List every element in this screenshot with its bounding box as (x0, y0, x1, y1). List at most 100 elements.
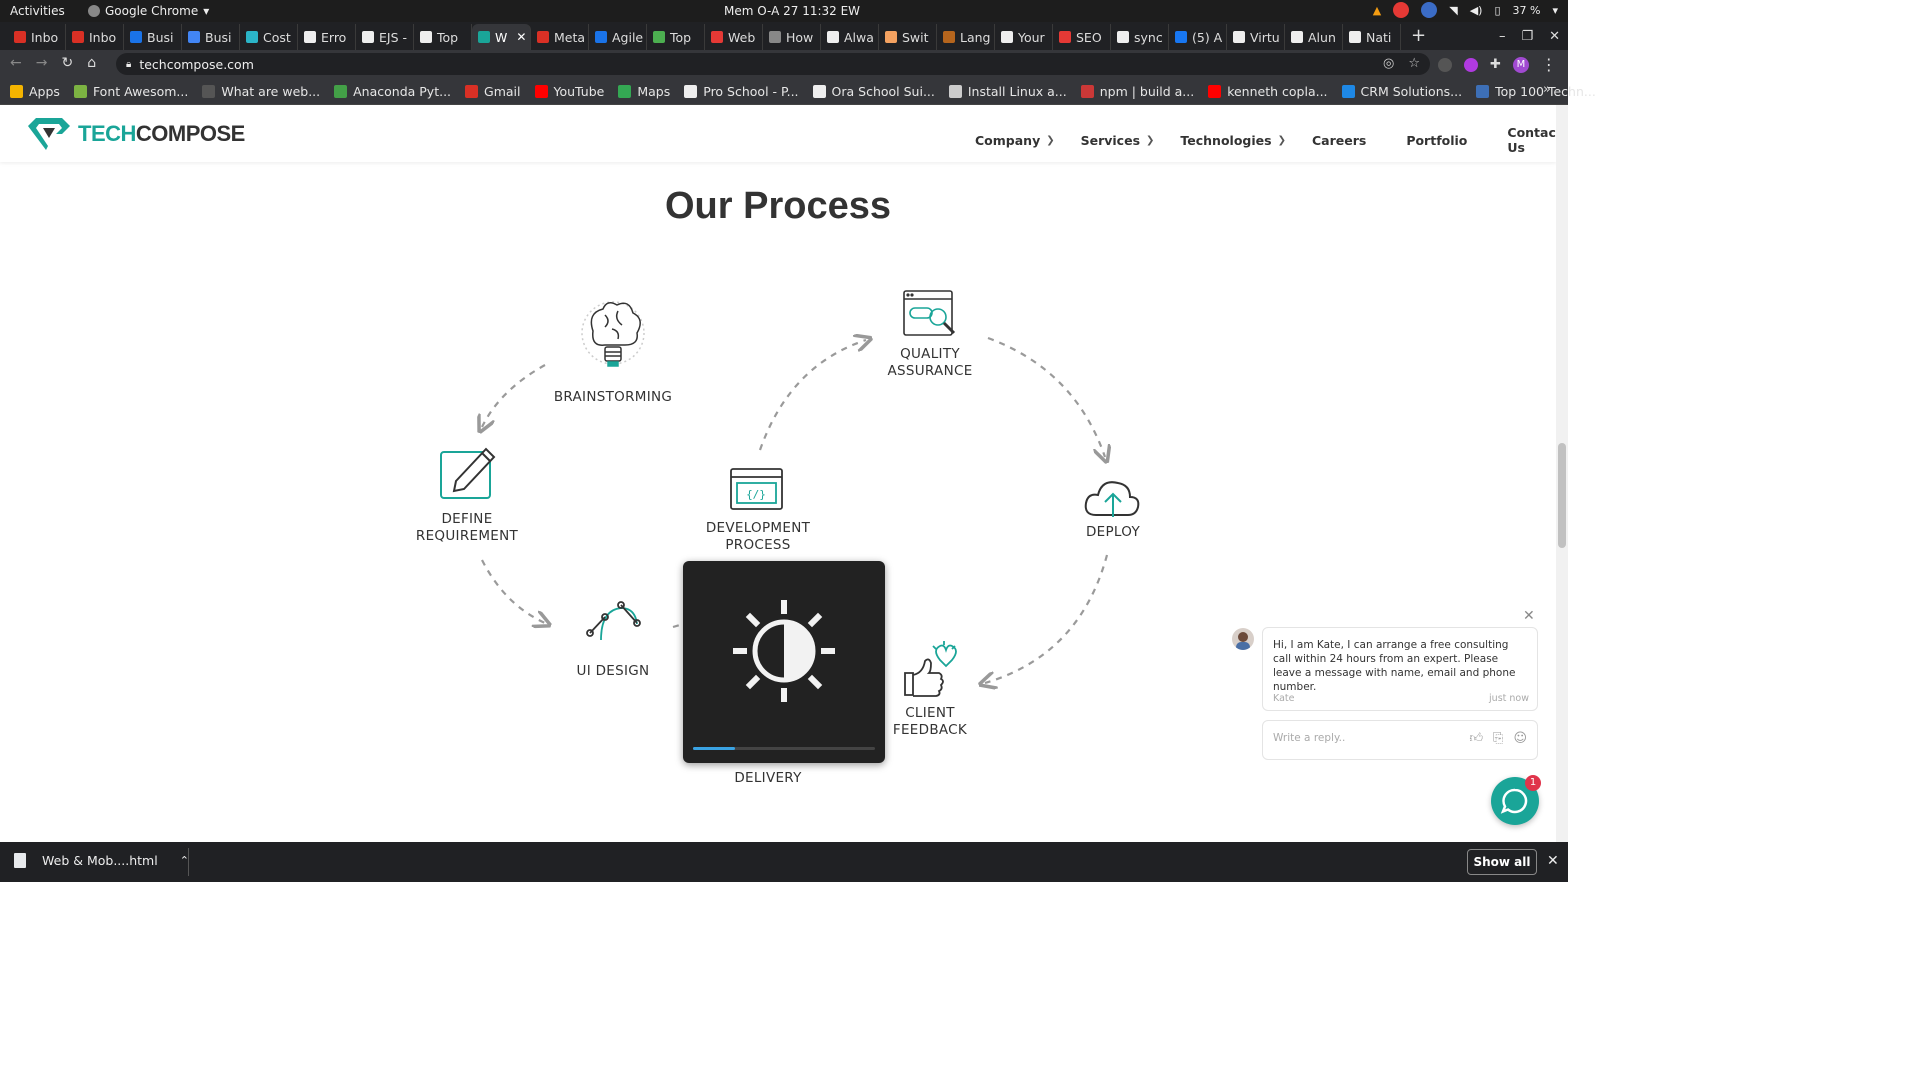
browser-tab[interactable]: Top (414, 24, 472, 50)
arrow-ui-to-delivery (672, 622, 684, 629)
tracking-icon[interactable]: ◎ (1383, 56, 1394, 71)
browser-tab[interactable]: Meta (531, 24, 589, 50)
browser-tab[interactable]: Inbo (66, 24, 124, 50)
clock[interactable]: Mem O-A 27 11:32 EW (724, 4, 860, 18)
bookmark-item[interactable]: Ora School Sui... (812, 83, 935, 99)
browser-tab[interactable]: Cost (240, 24, 298, 50)
maximize-icon[interactable]: ❐ (1521, 29, 1533, 44)
attachment-icon[interactable]: ⎘ (1493, 731, 1503, 746)
browser-tab[interactable]: (5) A (1169, 24, 1227, 50)
bookmark-item[interactable]: Maps (618, 84, 670, 99)
browser-tab[interactable]: Lang (937, 24, 995, 50)
home-icon[interactable]: ⌂ (87, 55, 96, 71)
puzzle-icon[interactable]: ✚ (1490, 57, 1501, 72)
browser-tab[interactable]: Alwa (821, 24, 879, 50)
browser-tab[interactable]: Swit (879, 24, 937, 50)
kebab-menu-icon[interactable]: ⋮ (1541, 55, 1557, 74)
bookmark-label: Pro School - P... (703, 83, 799, 99)
close-window-icon[interactable]: ✕ (1549, 29, 1560, 44)
forward-icon[interactable]: → (36, 55, 48, 71)
browser-tab[interactable]: Top (647, 24, 705, 50)
thumbs-up-icon[interactable]: 👍︎ (1469, 731, 1483, 746)
bookmark-item[interactable]: npm | build a... (1080, 84, 1194, 99)
activities-button[interactable]: Activities (10, 4, 65, 18)
tab-label: Lang (960, 29, 991, 45)
tab-favicon-icon (72, 31, 84, 43)
bookmark-item[interactable]: What are web... (202, 84, 320, 99)
browser-tab[interactable]: Inbo (8, 24, 66, 50)
browser-tab[interactable]: Busi (182, 24, 240, 50)
browser-tab[interactable]: Virtu (1227, 24, 1285, 50)
bookmark-favicon-icon (10, 84, 23, 98)
browser-tab[interactable]: W ✕ (472, 24, 531, 50)
bookmark-item[interactable]: Apps (10, 84, 60, 99)
close-shelf-icon[interactable]: ✕ (1547, 853, 1559, 869)
address-bar[interactable]: 🔒︎ techcompose.com ◎ ☆ (116, 53, 1430, 75)
back-icon[interactable]: ← (10, 55, 22, 71)
bookmark-item[interactable]: Pro School - P... (684, 83, 799, 99)
unread-badge: 1 (1525, 775, 1541, 791)
system-tray[interactable]: ▲ ◥ ◀) ▯ 37 % ▾ (1373, 2, 1558, 18)
brain-bulb-icon (581, 301, 645, 367)
step-label-line: ASSURANCE (887, 363, 973, 379)
browser-tab[interactable]: Nati (1343, 24, 1401, 50)
reload-icon[interactable]: ↻ (61, 55, 73, 71)
bookmark-label: Ora School Sui... (831, 83, 935, 99)
tab-favicon-icon (537, 31, 549, 43)
browser-tab[interactable]: sync (1111, 24, 1169, 50)
tab-favicon-icon (943, 31, 955, 43)
bookmark-item[interactable]: Top 100 Techn... (1476, 84, 1596, 99)
app-menu[interactable]: Google Chrome ▾ (88, 4, 209, 18)
bookmark-item[interactable]: kenneth copla... (1208, 84, 1328, 99)
browser-tab[interactable]: Busi (124, 24, 182, 50)
browser-tab[interactable]: Agile (589, 24, 647, 50)
arrow-brainstorm-to-define (482, 364, 546, 427)
tab-label: How (786, 29, 814, 45)
show-all-button[interactable]: Show all (1467, 849, 1537, 875)
minimize-icon[interactable]: – (1499, 29, 1506, 44)
browser-tab[interactable]: EJS - (356, 24, 414, 50)
close-tab-icon[interactable]: ✕ (516, 30, 526, 44)
tab-favicon-icon (1059, 31, 1071, 43)
download-item[interactable]: Web & Mob....html ⌃ (14, 853, 189, 868)
bookmark-star-icon[interactable]: ☆ (1408, 56, 1420, 71)
browser-tab[interactable]: Web (705, 24, 763, 50)
extension-icon[interactable] (1464, 57, 1478, 72)
emoji-icon[interactable]: ☺ (1513, 731, 1527, 746)
browser-tab[interactable]: Your (995, 24, 1053, 50)
tab-label: (5) A (1192, 29, 1223, 45)
extension-icon[interactable] (1438, 57, 1452, 72)
bookmark-label: Anaconda Pyt... (353, 83, 452, 99)
bookmark-label: Apps (29, 83, 60, 99)
tab-label: Cost (263, 29, 291, 45)
vlc-icon: ▲ (1372, 3, 1382, 17)
tab-label: Busi (205, 29, 232, 45)
step-label-line: QUALITY (900, 346, 960, 362)
tab-label: Alun (1308, 29, 1336, 45)
brightness-icon (733, 600, 835, 702)
bookmark-item[interactable]: Install Linux a... (948, 84, 1067, 99)
bookmarks-overflow-icon[interactable]: » (1543, 82, 1556, 97)
bookmark-favicon-icon (1208, 84, 1222, 98)
bookmark-favicon-icon (73, 84, 87, 98)
chat-close-icon[interactable]: ✕ (1523, 608, 1535, 624)
new-tab-button[interactable]: + (1401, 24, 1436, 50)
browser-tab[interactable]: SEO (1053, 24, 1111, 50)
profile-avatar[interactable]: M (1512, 56, 1529, 73)
step-development-process: DEVELOPMENT PROCESS (688, 520, 828, 554)
browser-tab[interactable]: How (763, 24, 821, 50)
html-file-icon (14, 853, 26, 868)
page-scrollbar[interactable] (1556, 105, 1568, 842)
tab-favicon-icon (711, 31, 723, 43)
chat-launcher-button[interactable]: 1 (1491, 775, 1541, 825)
chat-reply-input[interactable]: Write a reply.. 👍︎ ⎘ ☺ (1262, 720, 1538, 760)
browser-tab[interactable]: Alun (1285, 24, 1343, 50)
bookmark-item[interactable]: Anaconda Pyt... (334, 84, 451, 99)
bookmark-item[interactable]: YouTube (534, 84, 604, 99)
brightness-level-bar (693, 747, 875, 750)
scrollbar-thumb[interactable] (1558, 443, 1566, 548)
browser-tab[interactable]: Erro (298, 24, 356, 50)
bookmark-item[interactable]: CRM Solutions... (1341, 84, 1462, 99)
bookmark-item[interactable]: Gmail (465, 84, 521, 99)
bookmark-item[interactable]: Font Awesom... (73, 84, 188, 99)
